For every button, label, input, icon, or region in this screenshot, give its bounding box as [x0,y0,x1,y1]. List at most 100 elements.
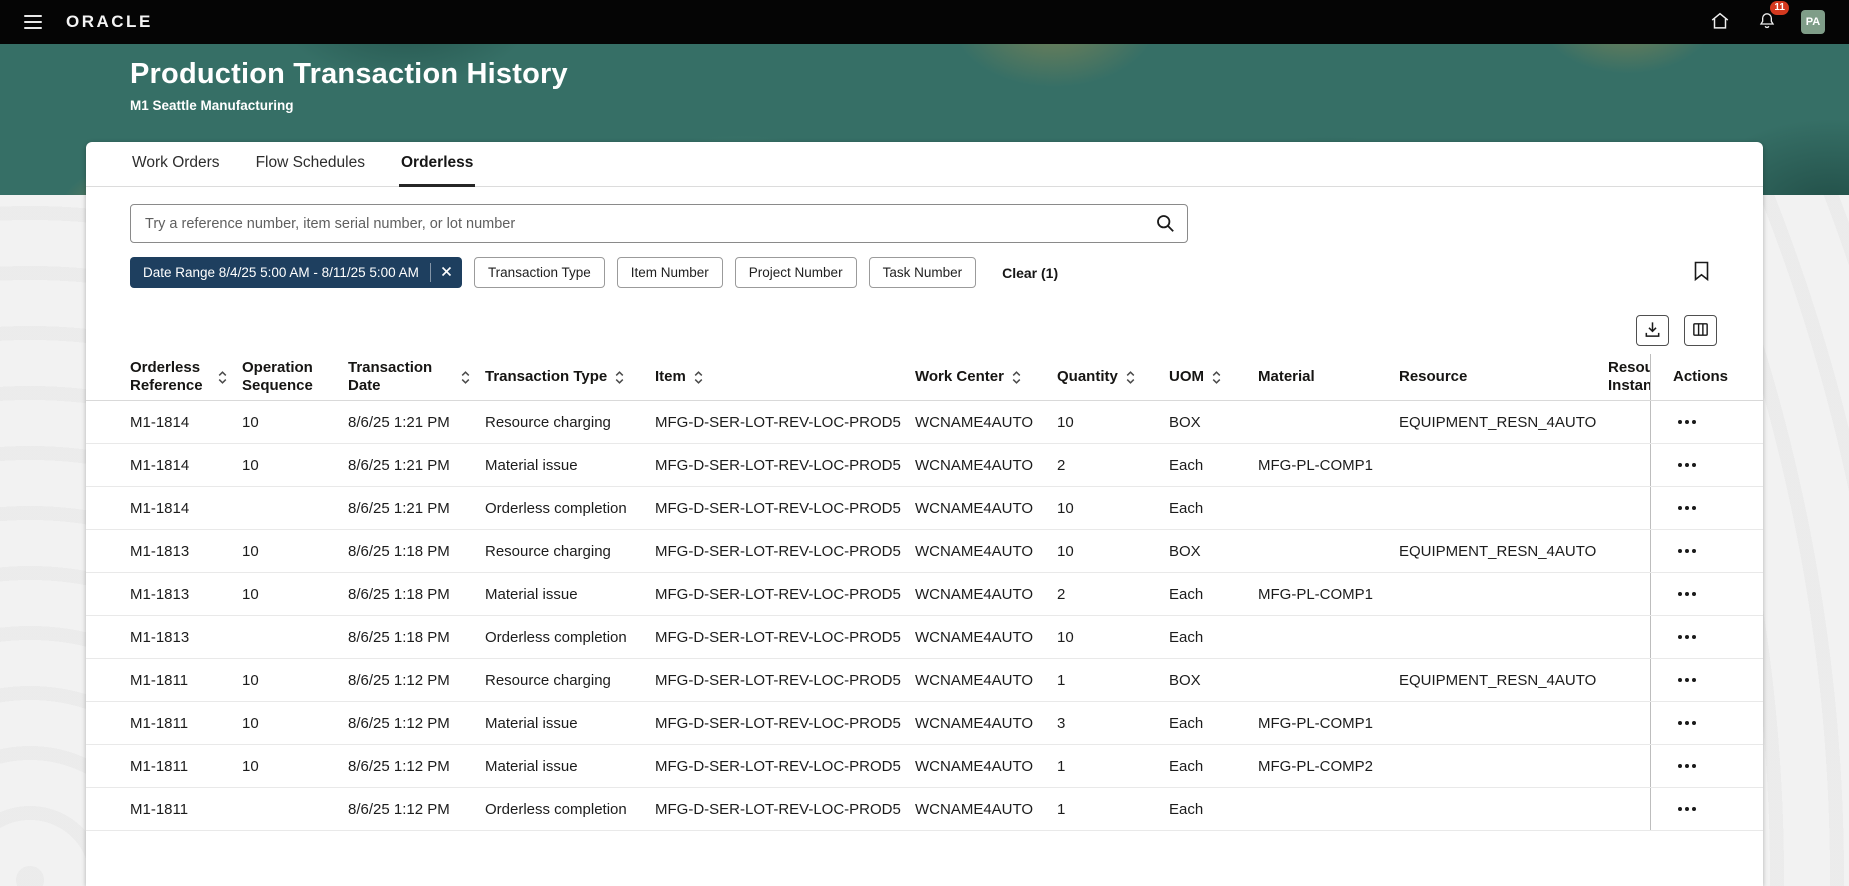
column-header-material: Material [1258,368,1315,385]
cell-quantity: 10 [1057,542,1074,560]
row-actions-button[interactable] [1673,628,1701,646]
notifications-button[interactable]: 11 [1755,1,1789,36]
column-header-work-center[interactable]: Work Center [915,368,1057,386]
cell-uom: BOX [1169,413,1201,431]
cell-material: MFG-PL-COMP1 [1258,585,1374,603]
cell-item: MFG-D-SER-LOT-REV-LOC-PROD5 [655,671,901,689]
row-actions-button[interactable] [1673,585,1701,603]
row-actions-button[interactable] [1673,671,1701,689]
column-header-orderless-reference[interactable]: Orderless Reference [86,359,242,395]
page-header: Production Transaction History M1 Seattl… [130,58,568,113]
manage-columns-button[interactable] [1684,315,1717,346]
row-actions-cell [1650,702,1763,744]
manage-columns-icon [1691,320,1710,342]
table-row: M1-1811 10 8/6/25 1:12 PM Material issue… [86,702,1763,745]
filter-chip-task-number[interactable]: Task Number [868,257,977,288]
cell-transaction-date: 8/6/25 1:18 PM [348,628,450,646]
sort-icon[interactable] [614,370,625,385]
search-input[interactable] [130,204,1188,243]
date-range-chip[interactable]: Date Range 8/4/25 5:00 AM - 8/11/25 5:00… [130,257,462,288]
row-actions-cell [1650,530,1763,572]
sort-icon[interactable] [460,370,471,385]
column-header-actions: Actions [1650,354,1763,400]
cell-uom: Each [1169,456,1204,474]
cell-uom: Each [1169,714,1204,732]
table-row: M1-1813 10 8/6/25 1:18 PM Material issue… [86,573,1763,616]
cell-orderless-reference: M1-1811 [130,800,189,818]
cell-operation-sequence: 10 [242,413,259,431]
sort-icon[interactable] [693,370,704,385]
home-icon [1709,10,1731,35]
column-header-quantity[interactable]: Quantity [1057,368,1169,386]
cell-transaction-date: 8/6/25 1:12 PM [348,671,450,689]
tab-flow-schedules[interactable]: Flow Schedules [254,142,367,187]
row-actions-cell [1650,788,1763,830]
table-row: M1-1813 10 8/6/25 1:18 PM Resource charg… [86,530,1763,573]
home-button[interactable] [1707,8,1733,37]
cell-material: MFG-PL-COMP1 [1258,714,1374,732]
cell-material: MFG-PL-COMP1 [1258,456,1374,474]
topbar-actions: 11 PA [1707,1,1825,37]
column-header-transaction-type[interactable]: Transaction Type [485,368,655,386]
row-actions-button[interactable] [1673,800,1701,818]
avatar[interactable]: PA [1801,10,1825,34]
sort-icon[interactable] [1211,370,1222,385]
cell-uom: Each [1169,499,1204,517]
cell-quantity: 3 [1057,714,1066,732]
sort-icon[interactable] [1125,370,1136,385]
download-button[interactable] [1636,315,1669,346]
cell-orderless-reference: M1-1811 [130,671,189,689]
cell-quantity: 10 [1057,413,1074,431]
filter-chip-project-number[interactable]: Project Number [734,257,857,288]
cell-orderless-reference: M1-1814 [130,499,190,517]
column-header-item[interactable]: Item [655,368,915,386]
cell-uom: Each [1169,757,1204,775]
cell-work-center: WCNAME4AUTO [915,499,1034,517]
cell-orderless-reference: M1-1811 [130,714,189,732]
tab-work-orders[interactable]: Work Orders [130,142,222,187]
cell-item: MFG-D-SER-LOT-REV-LOC-PROD5 [655,757,901,775]
clear-filters-link[interactable]: Clear (1) [1002,265,1058,281]
menu-button[interactable] [16,7,50,37]
date-range-chip-close-button[interactable] [429,263,462,282]
tab-bar: Work Orders Flow Schedules Orderless [86,142,1763,187]
row-actions-button[interactable] [1673,499,1701,517]
close-icon [441,265,452,280]
filters-row: Date Range 8/4/25 5:00 AM - 8/11/25 5:00… [130,257,1719,288]
filter-chip-transaction-type[interactable]: Transaction Type [473,257,605,288]
row-actions-button[interactable] [1673,714,1701,732]
cell-work-center: WCNAME4AUTO [915,413,1034,431]
cell-transaction-type: Orderless completion [485,628,627,646]
row-actions-icon [1678,721,1682,725]
cell-orderless-reference: M1-1814 [130,456,190,474]
column-header-transaction-date[interactable]: Transaction Date [348,359,485,395]
search-bar [130,204,1188,243]
cell-transaction-date: 8/6/25 1:18 PM [348,585,450,603]
cell-operation-sequence: 10 [242,585,259,603]
row-actions-button[interactable] [1673,413,1701,431]
cell-transaction-date: 8/6/25 1:21 PM [348,456,450,474]
filter-chip-item-number[interactable]: Item Number [616,257,723,288]
bookmark-icon [1692,260,1711,285]
row-actions-button[interactable] [1673,757,1701,775]
cell-item: MFG-D-SER-LOT-REV-LOC-PROD5 [655,585,901,603]
tab-orderless[interactable]: Orderless [398,142,476,187]
search-icon[interactable] [1155,213,1176,234]
cell-transaction-type: Orderless completion [485,499,627,517]
bookmark-button[interactable] [1692,260,1711,285]
cell-operation-sequence: 10 [242,757,259,775]
sort-icon[interactable] [217,370,228,385]
row-actions-button[interactable] [1673,542,1701,560]
row-actions-button[interactable] [1673,456,1701,474]
cell-work-center: WCNAME4AUTO [915,456,1034,474]
cell-uom: BOX [1169,671,1201,689]
cell-item: MFG-D-SER-LOT-REV-LOC-PROD5 [655,714,901,732]
table-header-row: Orderless Reference Operation Sequence T… [86,354,1763,401]
cell-transaction-type: Resource charging [485,542,611,560]
table-row: M1-1813 8/6/25 1:18 PM Orderless complet… [86,616,1763,659]
sort-icon[interactable] [1011,370,1022,385]
column-header-uom[interactable]: UOM [1169,368,1258,386]
cell-operation-sequence: 10 [242,714,259,732]
cell-transaction-type: Material issue [485,714,578,732]
cell-transaction-date: 8/6/25 1:18 PM [348,542,450,560]
